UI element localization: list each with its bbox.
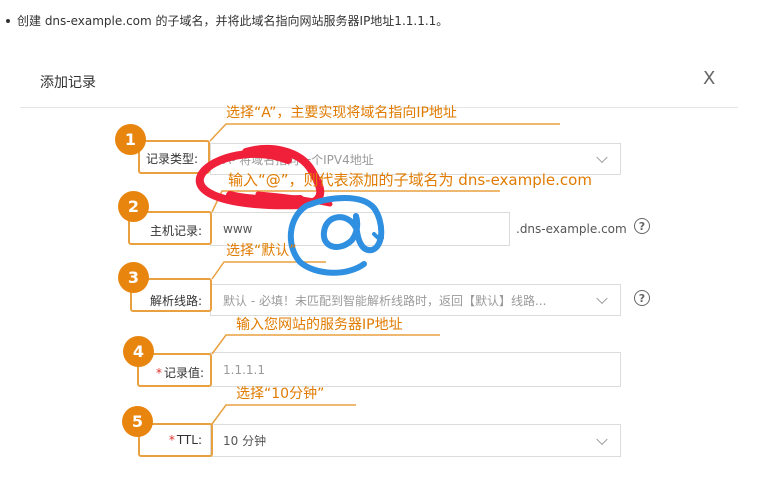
step-2-badge: 2 bbox=[118, 191, 149, 222]
step-4-leader bbox=[211, 334, 440, 355]
step-5-leader bbox=[211, 404, 356, 425]
step-1-badge: 1 bbox=[115, 124, 146, 155]
step-1-leader bbox=[209, 123, 560, 142]
step-3-badge: 3 bbox=[118, 262, 149, 293]
step-5-badge: 5 bbox=[122, 406, 153, 437]
annotation-overlay bbox=[195, 123, 560, 425]
step-3-note: 选择“默认” bbox=[226, 243, 297, 259]
step-1-note: 选择“A”，主要实现将域名指向IP地址 bbox=[226, 105, 457, 121]
step-4-badge: 4 bbox=[123, 336, 154, 367]
step-5-note: 选择“10分钟” bbox=[236, 386, 325, 402]
step-4-note: 输入您网站的服务器IP地址 bbox=[236, 317, 403, 333]
step-2-note: 输入“@”，则代表添加的子域名为 dns-example.com bbox=[228, 171, 592, 189]
